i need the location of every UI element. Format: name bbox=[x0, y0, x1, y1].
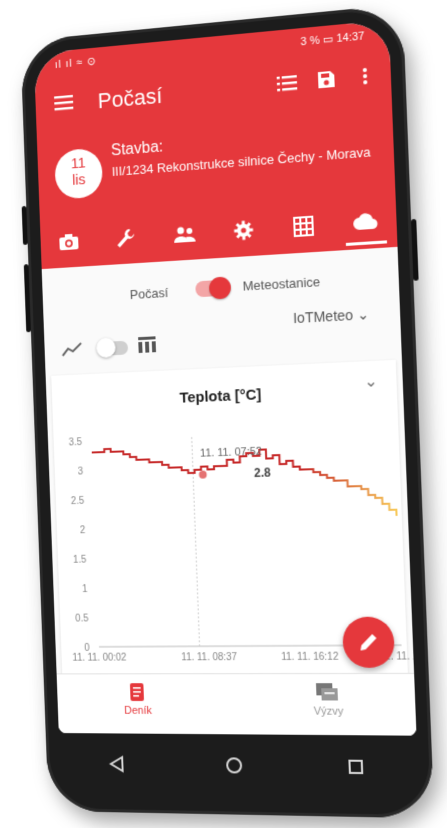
y-tick-label: 1 bbox=[82, 584, 88, 595]
tab-people[interactable] bbox=[164, 213, 204, 255]
switch-label-pocasi: Počasí bbox=[130, 285, 169, 302]
station-select[interactable]: IoTMeteo ⌄ bbox=[293, 306, 370, 327]
wrench-icon bbox=[115, 227, 137, 250]
bottom-navigation: Deník Výzvy bbox=[57, 673, 417, 736]
y-tick-label: 3.5 bbox=[69, 437, 83, 448]
home-icon[interactable] bbox=[225, 756, 244, 779]
y-tick-label: 3 bbox=[78, 466, 84, 477]
nav-item-vyzvy[interactable]: Výzvy bbox=[313, 682, 344, 718]
people-icon bbox=[172, 225, 196, 244]
y-tick-label: 2.5 bbox=[71, 496, 85, 507]
save-icon[interactable] bbox=[317, 70, 336, 95]
nav-label-denik: Deník bbox=[124, 705, 152, 717]
y-tick-label: 0.5 bbox=[75, 613, 89, 624]
challenges-icon bbox=[315, 682, 340, 702]
volume-button bbox=[24, 264, 31, 332]
nav-item-denik[interactable]: Deník bbox=[123, 682, 152, 717]
volume-button bbox=[22, 206, 28, 245]
signal-wifi-icons: ıl ıl ≈ ⊙ bbox=[55, 54, 97, 71]
more-vert-icon[interactable] bbox=[362, 67, 369, 91]
toggle-knob bbox=[96, 337, 116, 358]
phone-frame: ıl ıl ≈ ⊙ 3 % ▭ 14:37 Počasí 11 lis Stav… bbox=[20, 4, 434, 818]
grid-icon bbox=[294, 216, 315, 238]
tab-grid[interactable] bbox=[283, 205, 325, 248]
view-mode-row bbox=[61, 330, 177, 365]
date-badge[interactable]: 11 lis bbox=[54, 147, 103, 199]
weather-source-toggle[interactable] bbox=[195, 279, 229, 297]
y-tick-label: 2 bbox=[80, 525, 86, 536]
stavba-label: Stavba: bbox=[111, 138, 164, 160]
nav-label-vyzvy: Výzvy bbox=[313, 706, 343, 718]
table-icon bbox=[137, 335, 157, 354]
back-icon[interactable] bbox=[108, 755, 126, 778]
date-month: lis bbox=[55, 170, 103, 190]
stage: ıl ıl ≈ ⊙ 3 % ▭ 14:37 Počasí 11 lis Stav… bbox=[0, 0, 447, 828]
cloud-icon bbox=[352, 211, 379, 231]
tab-camera[interactable] bbox=[50, 221, 89, 263]
pencil-icon bbox=[358, 632, 379, 653]
camera-icon bbox=[58, 232, 79, 251]
tooltip-value: 2.8 bbox=[254, 466, 272, 480]
weather-content: Počasí Meteostanice IoTMeteo ⌄ ⌄ Teplota… bbox=[42, 247, 417, 736]
toggle-knob bbox=[209, 276, 231, 299]
tab-weather[interactable] bbox=[344, 199, 387, 246]
chart-title: Teplota [°C] bbox=[52, 380, 397, 412]
view-mode-toggle[interactable] bbox=[99, 341, 128, 356]
mode-switch-row: Počasí Meteostanice bbox=[42, 263, 398, 284]
page-title: Počasí bbox=[97, 83, 162, 114]
crosshair-line bbox=[192, 437, 200, 646]
list-icon[interactable] bbox=[277, 73, 298, 98]
tab-tools[interactable] bbox=[106, 217, 146, 259]
tooltip-marker bbox=[199, 470, 207, 478]
hamburger-menu-icon[interactable] bbox=[54, 93, 74, 117]
gear-icon bbox=[233, 220, 254, 241]
battery-time: 3 % ▭ 14:37 bbox=[300, 29, 365, 48]
app-screen: ıl ıl ≈ ⊙ 3 % ▭ 14:37 Počasí 11 lis Stav… bbox=[34, 20, 417, 736]
system-navigation-bar bbox=[59, 737, 419, 800]
recents-icon[interactable] bbox=[346, 757, 365, 781]
switch-label-meteostanice: Meteostanice bbox=[242, 274, 320, 294]
power-button bbox=[411, 219, 419, 281]
x-tick-label: 11. 11. 00:02 bbox=[72, 652, 126, 663]
line-chart-icon bbox=[61, 341, 82, 358]
tooltip-time: 11. 11. 07:52 bbox=[200, 445, 262, 459]
diary-icon bbox=[127, 682, 147, 702]
x-tick-label: 11. 11. 16:12 bbox=[281, 651, 339, 663]
tab-settings[interactable] bbox=[223, 209, 264, 252]
x-tick-label: 11. 11. 08:37 bbox=[181, 652, 237, 663]
y-tick-label: 1.5 bbox=[73, 555, 87, 566]
